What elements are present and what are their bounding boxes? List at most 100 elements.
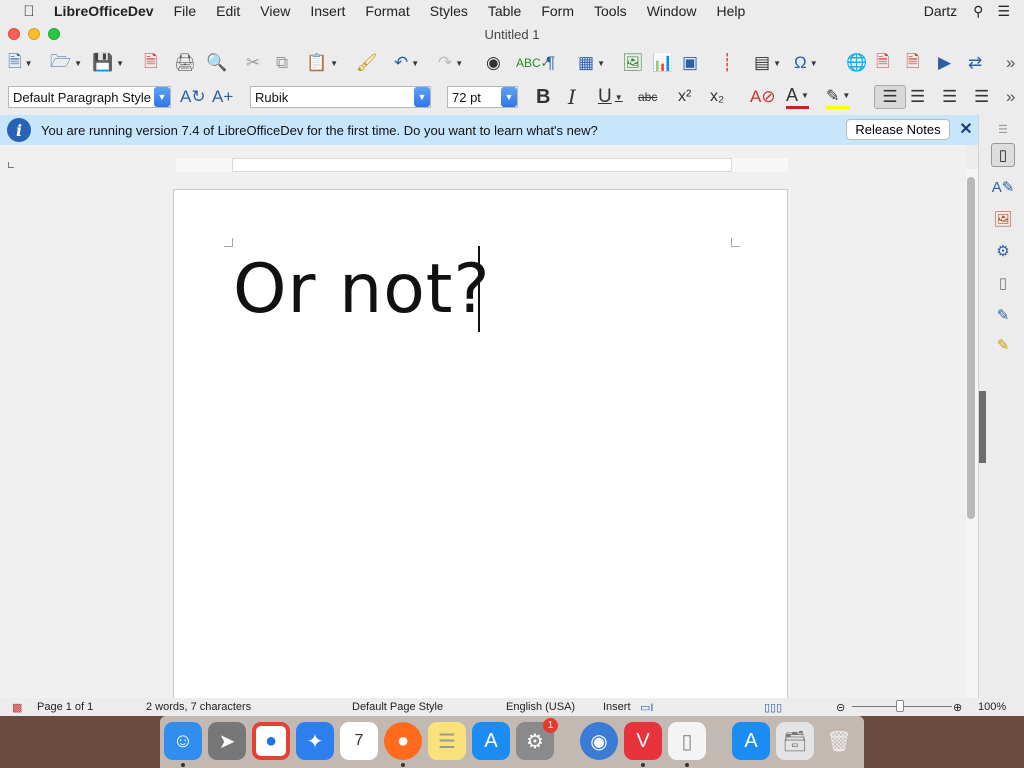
menu-file[interactable]: File xyxy=(174,3,197,19)
document-text[interactable]: Or not? xyxy=(233,250,491,329)
italic-button[interactable]: I xyxy=(568,85,576,109)
bold-button[interactable]: B xyxy=(536,85,550,109)
chrome-icon[interactable]: ● xyxy=(252,722,290,760)
scrollbar-thumb[interactable] xyxy=(967,177,975,519)
menu-insert[interactable]: Insert xyxy=(310,3,345,19)
page[interactable]: Or not? xyxy=(173,189,788,705)
gallery-icon[interactable]: 🖼 xyxy=(993,209,1013,229)
documents-folder-icon[interactable]: 🗃 xyxy=(776,722,814,760)
selection-mode-icon[interactable]: ▭I xyxy=(640,701,653,714)
insert-chart-button[interactable]: 📊 xyxy=(652,51,673,75)
toolbar-overflow-button[interactable]: » xyxy=(1006,51,1015,75)
menu-table[interactable]: Table xyxy=(488,3,521,19)
formatting-marks-button[interactable]: ¶ xyxy=(546,51,555,75)
app-store-icon[interactable]: A xyxy=(472,722,510,760)
insert-hyperlink-button[interactable]: 🌐 xyxy=(846,51,867,75)
font-size-combo[interactable]: 72 pt ▼ xyxy=(447,86,518,108)
close-window-button[interactable] xyxy=(8,28,20,40)
horizontal-ruler[interactable] xyxy=(176,158,788,172)
release-notes-button[interactable]: Release Notes xyxy=(846,119,950,140)
new-style-button[interactable]: A+ xyxy=(212,85,233,109)
subscript-button[interactable]: x₂ xyxy=(710,85,724,109)
print-button[interactable]: 🖨 xyxy=(174,51,196,75)
document-area[interactable]: Or not? ➦ xyxy=(0,145,966,705)
firefox-icon[interactable]: ● xyxy=(384,722,422,760)
cut-button[interactable]: ✂ xyxy=(246,51,260,75)
sidebar-menu-icon[interactable]: ☰ xyxy=(993,119,1013,139)
font-name-combo[interactable]: Rubik ▼ xyxy=(250,86,431,108)
style-inspector-icon[interactable]: ✎ xyxy=(993,305,1013,325)
highlight-color-button[interactable]: ✎ ▼ xyxy=(826,85,851,109)
menu-window[interactable]: Window xyxy=(647,3,697,19)
insert-table-button[interactable]: ▦ ▼ xyxy=(578,51,605,75)
zoom-in-icon[interactable]: ⊕ xyxy=(953,701,962,714)
zoom-slider-thumb[interactable] xyxy=(896,700,904,712)
insert-field-button[interactable]: ▤ ▼ xyxy=(754,51,781,75)
trash-icon[interactable]: 🗑 xyxy=(820,722,858,760)
language[interactable]: English (USA) xyxy=(506,701,575,713)
chromium-icon[interactable]: ◉ xyxy=(580,722,618,760)
insert-image-button[interactable]: 🖼 xyxy=(622,51,644,75)
menu-styles[interactable]: Styles xyxy=(430,3,468,19)
view-layout-icon[interactable]: ▯▯▯ xyxy=(764,701,782,714)
insert-bookmark-button[interactable]: ▶ xyxy=(938,51,951,75)
page-count[interactable]: Page 1 of 1 xyxy=(37,701,93,713)
menu-format[interactable]: Format xyxy=(365,3,409,19)
copy-button[interactable]: ⧉ xyxy=(276,51,288,75)
properties-icon[interactable]: ▯ xyxy=(991,143,1015,167)
minimize-window-button[interactable] xyxy=(28,28,40,40)
new-document-button[interactable]: 🗎 ▼ xyxy=(8,51,33,75)
insert-cross-reference-button[interactable]: ⇄ xyxy=(968,51,982,75)
notes-icon[interactable]: ☰ xyxy=(428,722,466,760)
paste-button[interactable]: 📋 ▼ xyxy=(306,51,338,75)
strikethrough-button[interactable]: abc xyxy=(638,85,657,109)
page-icon[interactable]: ▯ xyxy=(993,273,1013,293)
finder-icon[interactable]: ☺ xyxy=(164,722,202,760)
zoom-window-button[interactable] xyxy=(48,28,60,40)
justify-button[interactable]: ☰ xyxy=(974,85,989,109)
launchpad-icon[interactable]: ➤ xyxy=(208,722,246,760)
insert-endnote-button[interactable]: 🗎 xyxy=(906,51,920,75)
page-style[interactable]: Default Page Style xyxy=(352,701,443,713)
vertical-scrollbar[interactable] xyxy=(966,169,978,705)
insert-mode[interactable]: Insert xyxy=(603,701,631,713)
calendar-icon[interactable]: 7 xyxy=(340,722,378,760)
find-replace-button[interactable]: ◉ xyxy=(486,51,501,75)
save-button[interactable]: 💾 ▼ xyxy=(92,51,124,75)
clear-formatting-button[interactable]: A⊘ xyxy=(750,85,776,109)
document-modified-icon[interactable]: ▩ xyxy=(12,701,22,714)
menu-form[interactable]: Form xyxy=(541,3,574,19)
print-preview-button[interactable]: 🔍 xyxy=(206,51,227,75)
menu-help[interactable]: Help xyxy=(716,3,745,19)
zoom-level[interactable]: 100% xyxy=(978,701,1006,713)
zoom-out-icon[interactable]: ⊝ xyxy=(836,701,845,714)
word-count[interactable]: 2 words, 7 characters xyxy=(146,701,251,713)
control-center-icon[interactable]: ☰ xyxy=(997,3,1010,20)
insert-textbox-button[interactable]: ▣ xyxy=(682,51,698,75)
align-left-button[interactable]: ☰ xyxy=(874,85,906,109)
undo-button[interactable]: ↶ ▼ xyxy=(394,51,419,75)
manage-changes-icon[interactable]: ✎ xyxy=(993,335,1013,355)
update-style-button[interactable]: A↻ xyxy=(180,85,206,109)
close-icon[interactable]: ✕ xyxy=(958,118,974,140)
redo-button[interactable]: ↷ ▼ xyxy=(438,51,463,75)
app-menu[interactable]: LibreOfficeDev xyxy=(54,3,154,19)
vivaldi-icon[interactable]: V xyxy=(624,722,662,760)
align-center-button[interactable]: ☰ xyxy=(910,85,925,109)
chevron-down-icon[interactable]: ▼ xyxy=(501,87,517,107)
open-button[interactable]: 🗁 ▼ xyxy=(50,51,82,75)
menu-tools[interactable]: Tools xyxy=(594,3,627,19)
user-name[interactable]: Dartz xyxy=(924,3,957,19)
special-character-button[interactable]: Ω ▼ xyxy=(794,51,818,75)
libreoffice-icon[interactable]: ▯ xyxy=(668,722,706,760)
search-icon[interactable]: ⚲ xyxy=(973,3,983,20)
safari-icon[interactable]: ✦ xyxy=(296,722,334,760)
clone-formatting-button[interactable]: 🖌 xyxy=(356,51,378,75)
navigator-icon[interactable]: ⚙ xyxy=(993,241,1013,261)
menu-edit[interactable]: Edit xyxy=(216,3,240,19)
insert-page-break-button[interactable]: ┊ xyxy=(722,51,732,75)
font-color-button[interactable]: A ▼ xyxy=(786,85,809,109)
align-right-button[interactable]: ☰ xyxy=(942,85,957,109)
sidebar-collapse-handle[interactable] xyxy=(979,391,986,463)
export-pdf-button[interactable]: 🗎 xyxy=(144,51,158,75)
